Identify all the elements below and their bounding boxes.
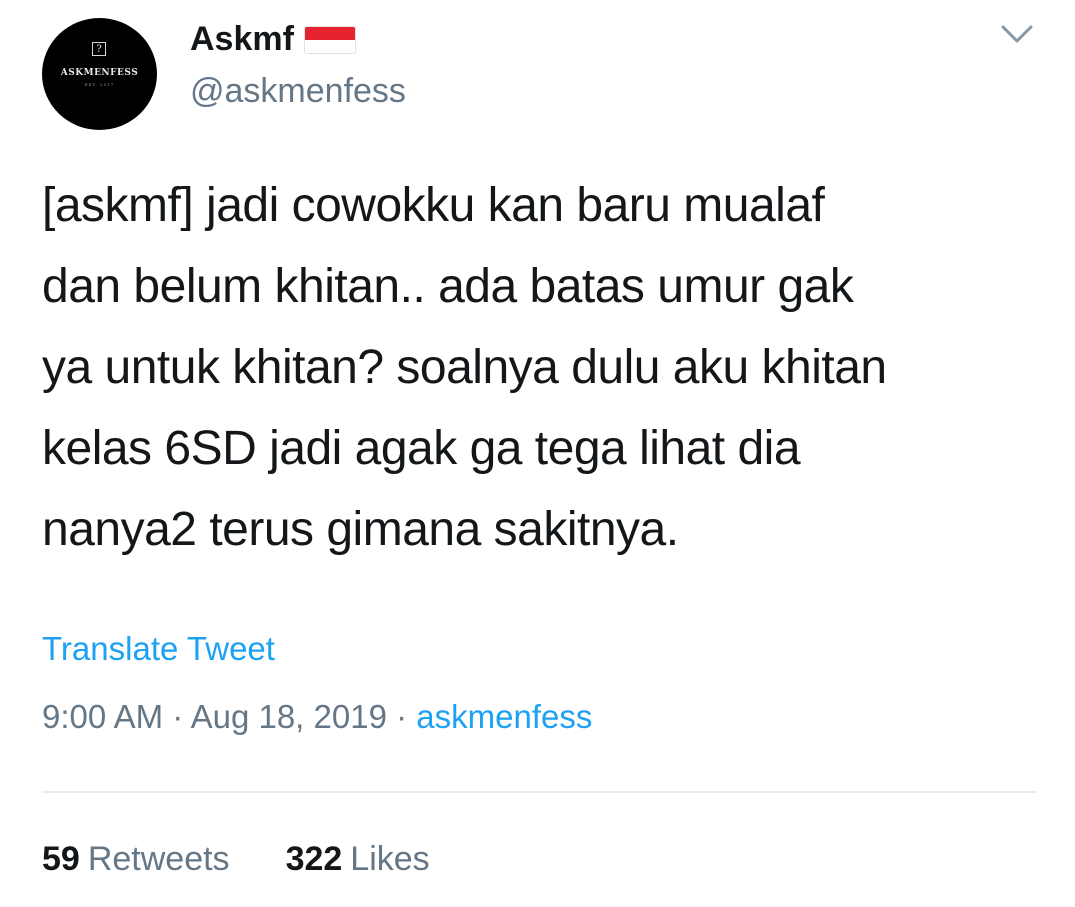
likes-stat[interactable]: 322 Likes (286, 840, 430, 879)
likes-count: 322 (285, 840, 343, 878)
chevron-down-icon[interactable] (1000, 20, 1034, 48)
avatar-logo-text: ASKMENFESS (60, 68, 139, 78)
avatar[interactable]: ? ASKMENFESS EST. 2017 (42, 18, 157, 130)
meta-separator: · (386, 698, 417, 735)
divider (42, 791, 1037, 793)
author-display-name[interactable]: Askmf (190, 20, 294, 59)
retweets-count: 59 (42, 840, 80, 878)
likes-label: Likes (350, 840, 430, 878)
tweet-time[interactable]: 9:00 AM (42, 698, 163, 735)
avatar-logo-mark: ? (92, 42, 106, 56)
retweets-label: Retweets (87, 840, 230, 878)
avatar-logo-subtext: EST. 2017 (84, 82, 115, 87)
indonesia-flag-icon (303, 25, 356, 54)
tweet-source-link[interactable]: askmenfess (416, 698, 592, 735)
tweet-stats: 59 Retweets 322 Likes (42, 840, 430, 879)
tweet-card: ? ASKMENFESS EST. 2017 Askmf @askmenfess… (0, 0, 1075, 907)
meta-separator: · (163, 698, 191, 735)
author-handle[interactable]: @askmenfess (190, 72, 406, 111)
author-display-name-row[interactable]: Askmf (190, 20, 356, 59)
retweets-stat[interactable]: 59 Retweets (42, 840, 230, 879)
translate-tweet-link[interactable]: Translate Tweet (42, 630, 275, 668)
tweet-text: [askmf] jadi cowokku kan baru mualaf dan… (42, 179, 887, 556)
tweet-metadata: 9:00 AM · Aug 18, 2019 · askmenfess (42, 698, 592, 736)
tweet-date[interactable]: Aug 18, 2019 (191, 698, 387, 735)
